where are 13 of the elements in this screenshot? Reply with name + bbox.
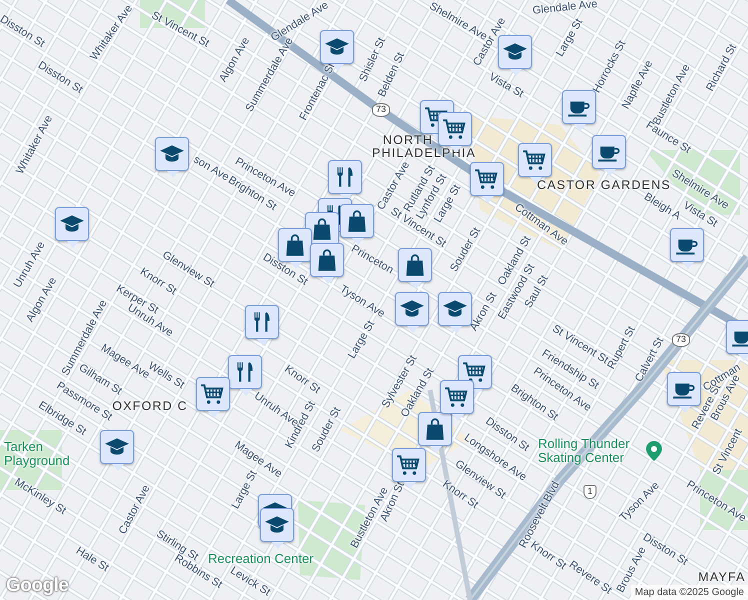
street-label: Glendale Ave [532,0,598,17]
place-label: Recreation Center [208,552,314,566]
google-logo: Google [6,575,68,597]
place-label: Tarken Playground [4,440,71,469]
map-attribution: Map data ©2025 Google [630,585,748,600]
district-label: MAYFA [698,570,746,584]
place-pin-icon[interactable] [646,441,662,461]
district-label: PHILADELPHIA [372,146,476,160]
street-label: Hale St [74,546,110,574]
district-label: CASTOR GARDENS [537,178,671,192]
district-label: NORTH [382,134,434,146]
place-label: Rolling Thunder Skating Center [538,437,631,466]
district-label: OXFORD C [112,400,188,412]
